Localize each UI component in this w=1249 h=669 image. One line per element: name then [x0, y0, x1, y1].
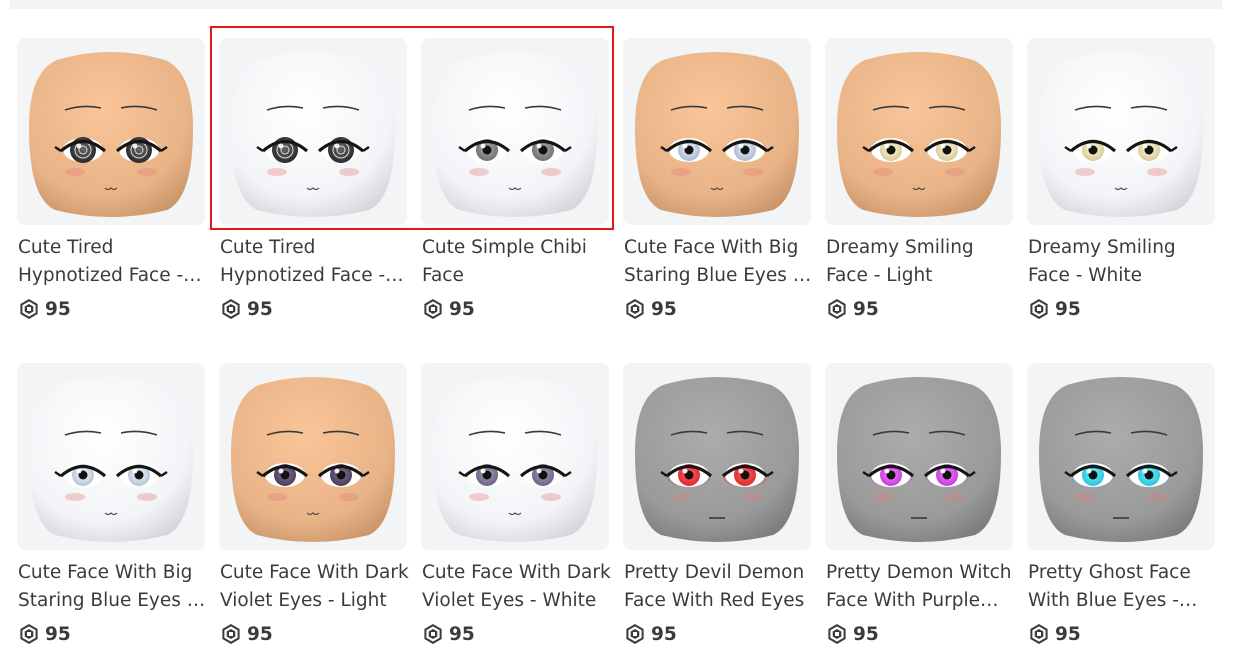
robux-icon — [221, 299, 241, 319]
item-thumbnail[interactable] — [623, 363, 811, 550]
item-price-value: 95 — [853, 623, 879, 645]
item-card[interactable]: Cute Tired Hypnotized Face - White 95 — [219, 38, 407, 338]
item-name[interactable]: Dreamy Smiling Face - White — [1028, 234, 1218, 290]
robux-icon — [221, 624, 241, 644]
item-thumbnail[interactable] — [825, 363, 1013, 550]
item-price: 95 — [625, 623, 677, 645]
item-price: 95 — [423, 623, 475, 645]
item-price-value: 95 — [651, 623, 677, 645]
item-price-value: 95 — [449, 298, 475, 320]
item-thumbnail[interactable] — [219, 363, 407, 550]
item-thumbnail[interactable] — [1027, 363, 1215, 550]
item-name[interactable]: Cute Face With Big Staring Blue Eyes - L… — [624, 234, 814, 290]
item-price-value: 95 — [247, 623, 273, 645]
item-name[interactable]: Cute Face With Dark Violet Eyes - White — [422, 559, 612, 615]
item-thumbnail[interactable] — [421, 38, 609, 225]
robux-icon — [625, 624, 645, 644]
item-price-value: 95 — [853, 298, 879, 320]
item-price-value: 95 — [45, 623, 71, 645]
item-thumbnail[interactable] — [825, 38, 1013, 225]
item-price-value: 95 — [651, 298, 677, 320]
robux-icon — [423, 624, 443, 644]
item-name[interactable]: Cute Simple Chibi Face — [422, 234, 612, 290]
item-card[interactable]: Cute Face With Big Staring Blue Eyes - L… — [623, 38, 811, 338]
item-price: 95 — [625, 298, 677, 320]
item-card[interactable]: Pretty Demon Witch Face With Purple Eyes… — [825, 363, 1013, 663]
item-name[interactable]: Cute Face With Big Staring Blue Eyes - W… — [18, 559, 208, 615]
item-price: 95 — [19, 623, 71, 645]
item-card[interactable]: Cute Face With Big Staring Blue Eyes - W… — [17, 363, 205, 663]
robux-icon — [19, 299, 39, 319]
robux-icon — [1029, 624, 1049, 644]
item-price-value: 95 — [1055, 623, 1081, 645]
robux-icon — [423, 299, 443, 319]
item-card[interactable]: Cute Tired Hypnotized Face - Light 95 — [17, 38, 205, 338]
item-name[interactable]: Cute Tired Hypnotized Face - Light — [18, 234, 208, 290]
robux-icon — [827, 624, 847, 644]
item-name[interactable]: Cute Tired Hypnotized Face - White — [220, 234, 410, 290]
robux-icon — [1029, 299, 1049, 319]
item-grid: Cute Tired Hypnotized Face - Light 95 C — [0, 0, 1249, 669]
item-card[interactable]: Pretty Devil Demon Face With Red Eyes 95 — [623, 363, 811, 663]
item-thumbnail[interactable] — [623, 38, 811, 225]
item-card[interactable]: Dreamy Smiling Face - Light 95 — [825, 38, 1013, 338]
item-card[interactable]: Dreamy Smiling Face - White 95 — [1027, 38, 1215, 338]
item-thumbnail[interactable] — [17, 38, 205, 225]
item-price-value: 95 — [45, 298, 71, 320]
item-name[interactable]: Pretty Demon Witch Face With Purple Eyes — [826, 559, 1016, 615]
robux-icon — [827, 299, 847, 319]
item-card[interactable]: Pretty Ghost Face With Blue Eyes - Gray … — [1027, 363, 1215, 663]
item-thumbnail[interactable] — [421, 363, 609, 550]
item-price: 95 — [221, 298, 273, 320]
item-price: 95 — [1029, 623, 1081, 645]
item-name[interactable]: Pretty Ghost Face With Blue Eyes - Gray — [1028, 559, 1218, 615]
item-price-value: 95 — [247, 298, 273, 320]
item-price: 95 — [19, 298, 71, 320]
item-price: 95 — [827, 623, 879, 645]
item-thumbnail[interactable] — [219, 38, 407, 225]
item-card[interactable]: Cute Face With Dark Violet Eyes - Light … — [219, 363, 410, 663]
item-name[interactable]: Dreamy Smiling Face - Light — [826, 234, 1016, 290]
robux-icon — [19, 624, 39, 644]
item-card[interactable]: Cute Simple Chibi Face 95 — [421, 38, 609, 338]
item-thumbnail[interactable] — [1027, 38, 1215, 225]
item-price: 95 — [1029, 298, 1081, 320]
robux-icon — [625, 299, 645, 319]
item-price: 95 — [827, 298, 879, 320]
item-thumbnail[interactable] — [17, 363, 205, 550]
item-name[interactable]: Cute Face With Dark Violet Eyes - Light — [220, 559, 410, 615]
item-name[interactable]: Pretty Devil Demon Face With Red Eyes — [624, 559, 814, 615]
item-price-value: 95 — [449, 623, 475, 645]
item-price: 95 — [423, 298, 475, 320]
item-price: 95 — [221, 623, 273, 645]
item-price-value: 95 — [1055, 298, 1081, 320]
item-card[interactable]: Cute Face With Dark Violet Eyes - White … — [421, 363, 612, 663]
